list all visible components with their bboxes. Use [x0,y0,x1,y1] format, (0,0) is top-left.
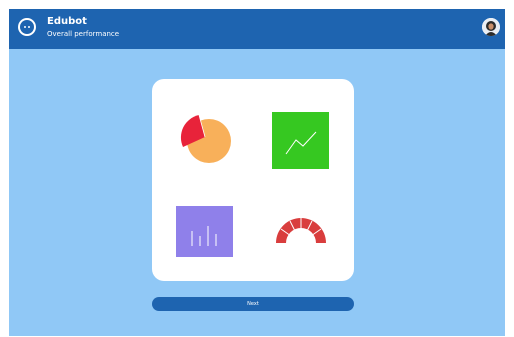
page-subtitle: Overall performance [47,30,120,38]
gauge-icon[interactable] [270,209,332,249]
app-title: Edubot [47,16,87,27]
line-chart-icon[interactable] [272,112,329,169]
edubot-logo-icon [18,18,36,36]
user-avatar[interactable] [482,18,500,36]
app-header: Edubot Overall performance [9,9,505,49]
app-window: Edubot Overall performance Next [9,9,505,336]
bar-chart-icon[interactable] [176,206,233,257]
next-button[interactable]: Next [152,297,354,311]
performance-card [152,79,354,281]
pie-chart-icon[interactable] [177,111,237,171]
